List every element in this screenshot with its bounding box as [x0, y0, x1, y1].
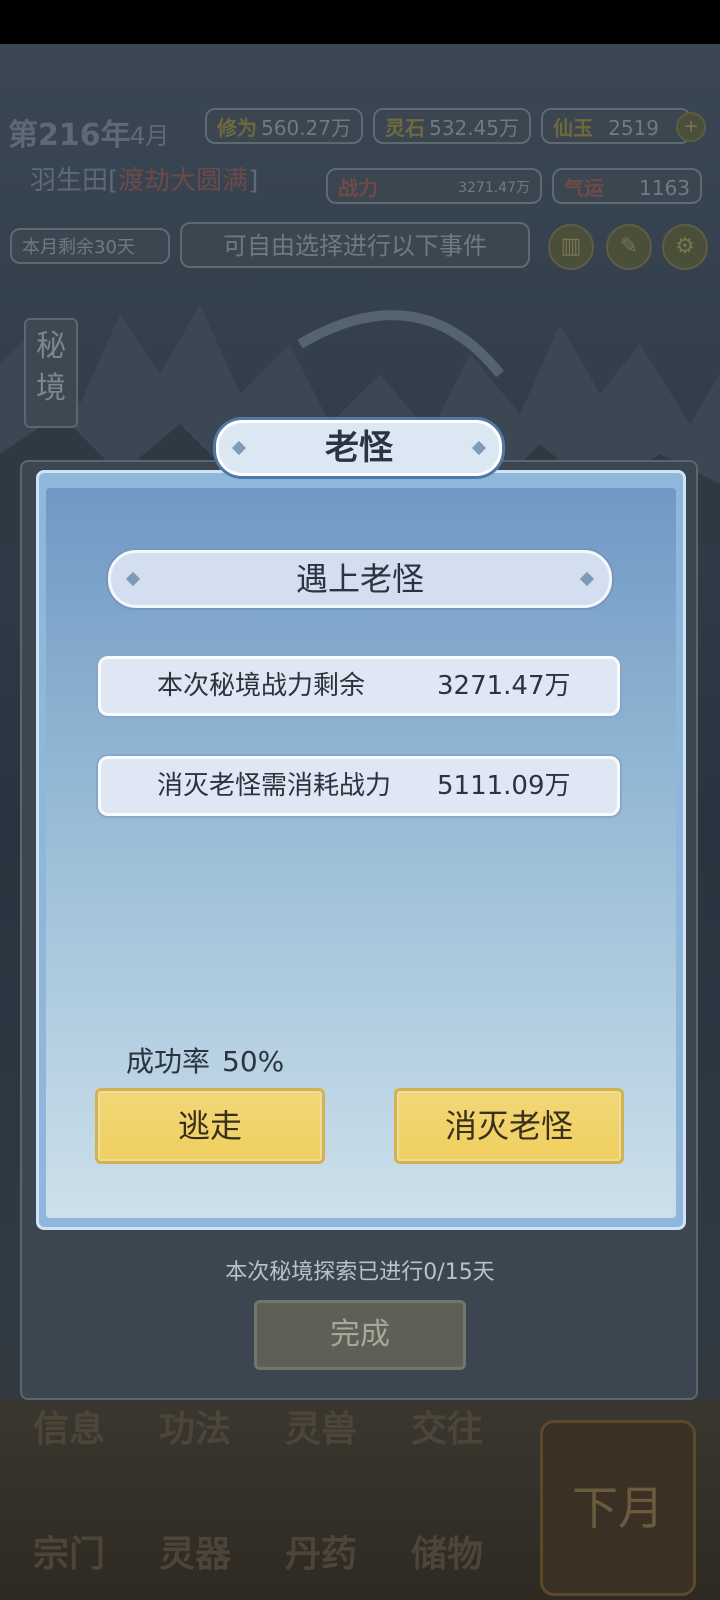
- settings-icon[interactable]: ⚙: [662, 224, 708, 270]
- nav-pills[interactable]: 丹药: [266, 1525, 376, 1585]
- dialog-title: 老怪: [216, 420, 502, 476]
- secret-realm-tab[interactable]: 秘境: [24, 318, 78, 428]
- power-key: 战力: [338, 176, 378, 200]
- character-info: 羽生田[渡劫大圆满]: [30, 166, 259, 196]
- done-button[interactable]: 完成: [254, 1300, 466, 1370]
- remaining-power-row: 本次秘境战力剩余 3271.47万: [98, 656, 620, 716]
- cost-power-row: 消灭老怪需消耗战力 5111.09万: [98, 756, 620, 816]
- eliminate-button[interactable]: 消灭老怪: [394, 1088, 624, 1164]
- remaining-power-label: 本次秘境战力剩余: [157, 671, 366, 701]
- eliminate-button-label: 消灭老怪: [444, 1107, 573, 1145]
- spirit-stone-key: 灵石: [385, 116, 425, 140]
- remaining-power-value: 3271.47万: [437, 671, 571, 701]
- days-left: 本月剩余30天: [22, 237, 135, 258]
- dialog-title-text: 老怪: [325, 428, 393, 468]
- days-left-pill: 本月剩余30天: [10, 228, 170, 264]
- exploration-progress: 本次秘境探索已进行0/15天: [225, 1260, 495, 1285]
- section-title: 遇上老怪: [108, 550, 612, 608]
- luck-pill: 气运 1163: [552, 168, 702, 204]
- spirit-stone-pill: 灵石 532.45万: [373, 108, 531, 144]
- next-month-button[interactable]: 下月: [540, 1420, 696, 1596]
- next-month-label: 下月: [572, 1481, 664, 1535]
- realm-label: 渡劫大圆满: [118, 166, 249, 196]
- spirit-stone-value: 532.45万: [429, 116, 519, 140]
- cultivation-key: 修为: [217, 116, 257, 140]
- nav-social[interactable]: 交往: [392, 1400, 502, 1460]
- nav-storage[interactable]: 储物: [392, 1525, 502, 1585]
- success-rate: 成功率 50%: [126, 1040, 296, 1080]
- flee-button[interactable]: 逃走: [95, 1088, 325, 1164]
- cost-power-label: 消灭老怪需消耗战力: [157, 771, 392, 801]
- done-button-label: 完成: [330, 1317, 390, 1352]
- nav-pets[interactable]: 灵兽: [266, 1400, 376, 1460]
- power-pill: 战力 3271.47万: [326, 168, 542, 204]
- nav-skills[interactable]: 功法: [140, 1400, 250, 1460]
- scroll-icon[interactable]: ▥: [548, 224, 594, 270]
- event-hint-text: 可自由选择进行以下事件: [223, 232, 487, 260]
- add-jade-icon[interactable]: +: [676, 112, 706, 142]
- cultivation-value: 560.27万: [261, 116, 351, 140]
- luck-value: 1163: [639, 176, 690, 200]
- nav-artifact[interactable]: 灵器: [140, 1525, 250, 1585]
- month-label: 4月: [130, 122, 170, 150]
- jade-pill: 仙玉 2519: [541, 108, 691, 144]
- flee-button-label: 逃走: [177, 1107, 242, 1145]
- section-title-text: 遇上老怪: [295, 560, 424, 598]
- nav-sect[interactable]: 宗门: [14, 1525, 124, 1585]
- status-bar: [0, 0, 720, 44]
- edit-icon[interactable]: ✎: [606, 224, 652, 270]
- power-value: 3271.47万: [458, 180, 530, 196]
- success-rate-label: 成功率: [126, 1045, 211, 1078]
- nav-info[interactable]: 信息: [14, 1400, 124, 1460]
- character-name: 羽生田: [30, 166, 109, 196]
- event-hint: 可自由选择进行以下事件: [180, 222, 530, 268]
- cultivation-pill: 修为 560.27万: [205, 108, 363, 144]
- success-rate-value: 50%: [222, 1045, 285, 1078]
- secret-realm-tab-label: 秘境: [36, 329, 66, 406]
- jade-key: 仙玉: [553, 116, 593, 140]
- jade-value: 2519: [608, 116, 659, 140]
- year-label: 第216年: [8, 118, 131, 153]
- cost-power-value: 5111.09万: [437, 771, 571, 801]
- luck-key: 气运: [564, 176, 604, 200]
